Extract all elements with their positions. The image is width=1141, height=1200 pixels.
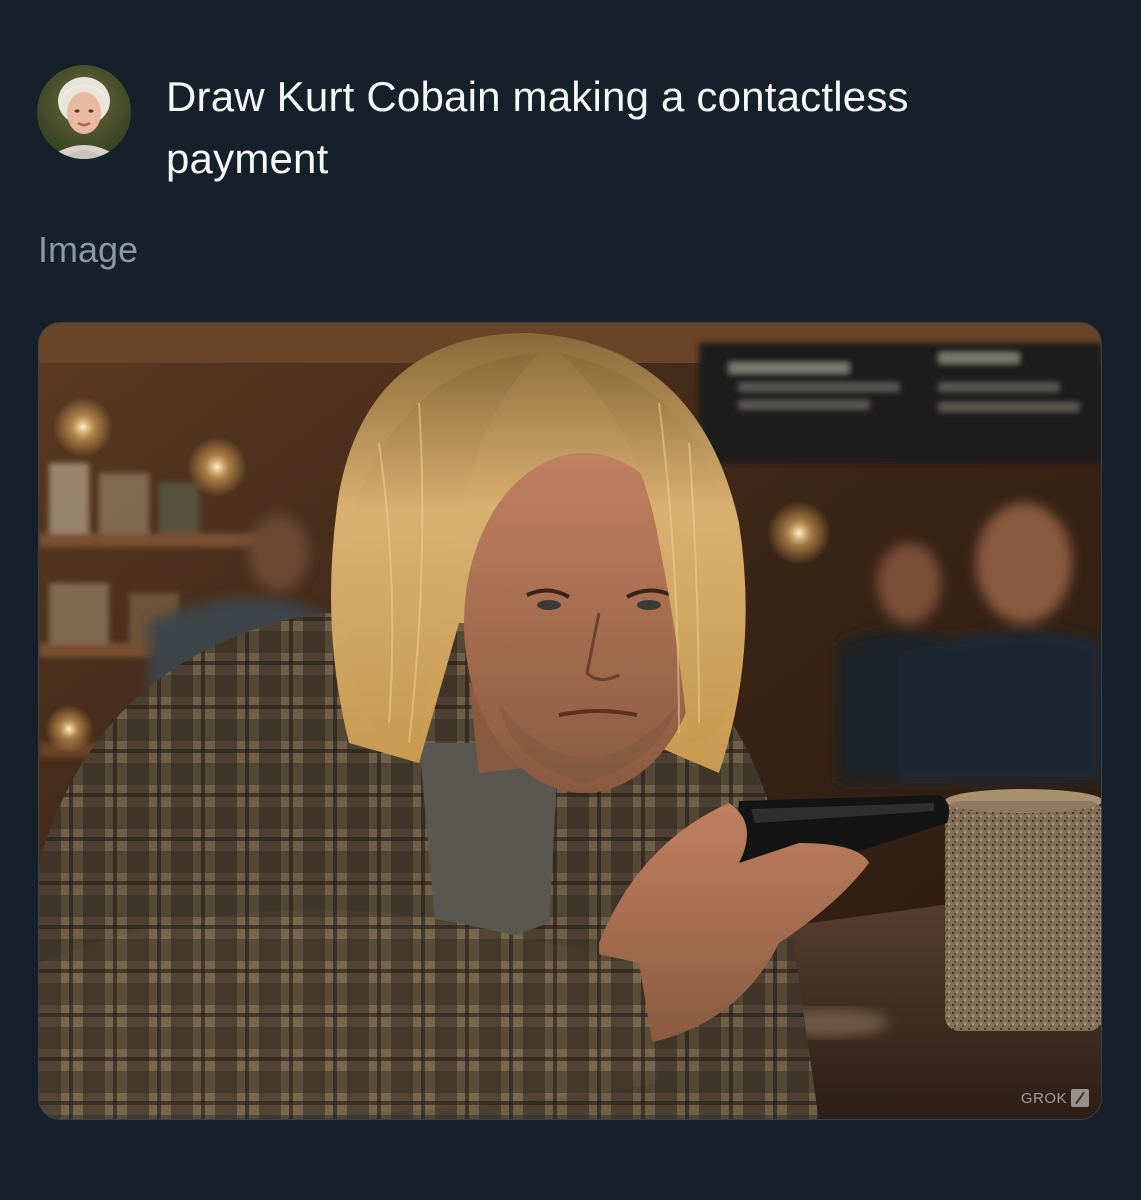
cafe-scene-illustration (39, 323, 1101, 1119)
grok-watermark: GROK (1021, 1089, 1089, 1107)
grok-logo-icon (1071, 1089, 1089, 1107)
section-label: Image (38, 229, 139, 270)
generated-image[interactable]: GROK (38, 322, 1102, 1120)
watermark-text: GROK (1020, 1089, 1067, 1107)
avatar-image (37, 65, 131, 159)
prompt-text: Draw Kurt Cobain making a contactless pa… (166, 73, 909, 182)
user-avatar[interactable] (37, 65, 131, 159)
